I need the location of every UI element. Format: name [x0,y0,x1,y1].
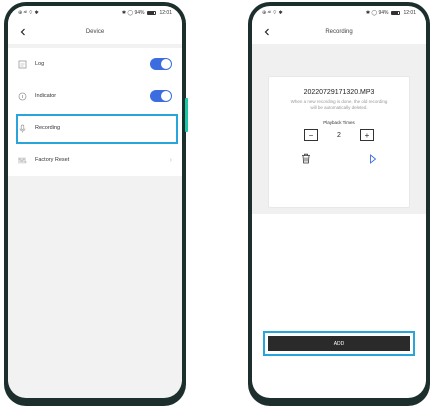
status-left-icons: ⊕ ᵃˡˡ ⌔ ✱ [18,10,39,16]
page-title: Device [85,29,105,35]
phone-device-settings: ⊕ ᵃˡˡ ⌔ ✱ ✱ ◯ 94% 12:01 Device Log Indic… [4,2,188,406]
status-signal: ✱ ◯ 94% [121,10,145,16]
page-title: Recording [325,29,353,35]
add-highlight-box [263,331,415,356]
indicator-toggle[interactable] [150,90,172,102]
back-arrow-icon[interactable] [16,25,30,39]
log-icon [18,60,27,69]
settings-item-label: Indicator [35,93,57,99]
back-arrow-icon[interactable] [260,25,274,39]
play-icon[interactable] [369,151,377,169]
status-bar: ⊕ ᵃˡˡ ⌔ ✱ ✱ ◯ 94% 12:01 [252,6,426,20]
recording-screen: ⊕ ᵃˡˡ ⌔ ✱ ✱ ◯ 94% 12:01 Recording 202207… [252,6,426,398]
log-toggle[interactable] [150,58,172,70]
status-right: ✱ ◯ 94% 12:01 [366,10,416,16]
status-time: 12:01 [159,10,172,16]
recording-file-name: 20220729171320.MP3 [303,89,375,96]
phone-side-button [185,98,188,132]
increment-button[interactable]: + [360,129,374,141]
status-icons: ⊕ ᵃˡˡ ⌔ ✱ [262,10,283,16]
reset-icon [18,156,27,165]
playback-times-value[interactable]: 2 [318,132,360,139]
phone-recording: ⊕ ᵃˡˡ ⌔ ✱ ✱ ◯ 94% 12:01 Recording 202207… [248,2,430,406]
status-time: 12:01 [403,10,416,16]
playback-times-label: Playback Times [323,120,355,125]
device-screen: ⊕ ᵃˡˡ ⌔ ✱ ✱ ◯ 94% 12:01 Device Log Indic… [8,6,182,398]
battery-icon [147,11,157,15]
settings-item-label: Factory Reset [35,157,70,163]
status-left-icons: ⊕ ᵃˡˡ ⌔ ✱ [262,10,283,16]
status-right: ✱ ◯ 94% 12:01 [122,10,172,16]
settings-item-factory-reset[interactable]: Factory Reset › [8,144,182,176]
settings-item-label: Log [35,61,45,67]
playback-times-stepper: − 2 + [269,129,409,141]
battery-icon [391,11,401,15]
settings-item-log[interactable]: Log [8,48,182,80]
info-icon [18,92,27,101]
recording-actions [269,151,409,169]
recording-highlight-box [16,114,178,144]
chevron-right-icon: › [169,156,172,164]
status-bar: ⊕ ᵃˡˡ ⌔ ✱ ✱ ◯ 94% 12:01 [8,6,182,20]
settings-item-indicator[interactable]: Indicator [8,80,182,112]
decrement-button[interactable]: − [304,129,318,141]
status-signal: ✱ ◯ 94% [365,10,389,16]
settings-list: Log Indicator Recording Factory Reset › [8,48,182,176]
title-bar: Recording [252,20,426,44]
trash-icon[interactable] [301,151,311,169]
status-icons: ⊕ ᵃˡˡ ⌔ ✱ [18,10,39,16]
title-bar: Device [8,20,182,44]
recording-card: 20220729171320.MP3 When a new recording … [268,76,410,208]
recording-hint: When a new recording is done, the old re… [290,99,388,110]
